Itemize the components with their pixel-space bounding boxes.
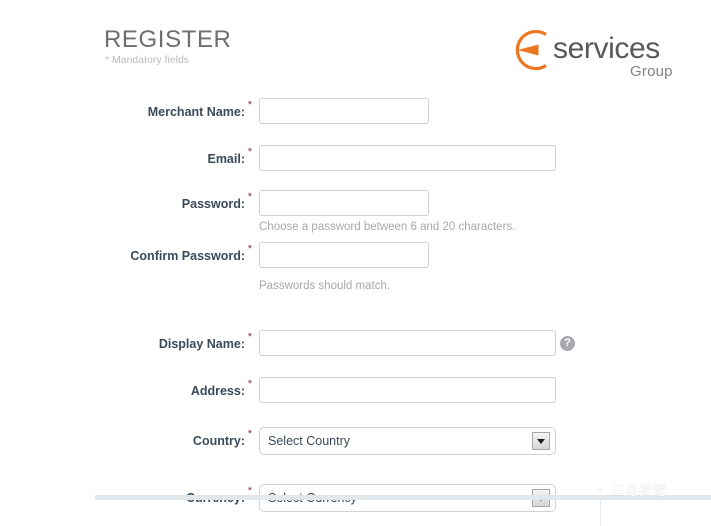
label-wrap-merchant-name: Merchant Name: * [104, 98, 254, 126]
required-asterisk: * [247, 331, 252, 343]
country-select[interactable]: Select Country [259, 427, 556, 455]
brand-logo: services Group [508, 22, 711, 88]
chevron-down-icon[interactable] [532, 432, 550, 450]
field-row-email: Email: * [104, 145, 564, 173]
email-input[interactable] [259, 145, 556, 171]
page-header: REGISTER * Mandatory fields services Gro… [0, 0, 711, 90]
watermark: 三月梦呓 [588, 478, 667, 500]
field-row-country: Country: * Select Country [104, 427, 564, 455]
required-asterisk: * [247, 99, 252, 111]
label-wrap-address: Address: * [104, 377, 254, 405]
label-country: Country: [192, 434, 245, 448]
field-row-address: Address: * [104, 377, 564, 405]
label-email: Email: [207, 152, 245, 166]
label-wrap-display-name: Display Name: * [104, 330, 254, 358]
label-confirm-password: Confirm Password: [130, 249, 245, 263]
hint-password: Choose a password between 6 and 20 chara… [259, 221, 516, 233]
watermark-text: 三月梦呓 [611, 483, 668, 499]
logo-subtext: Group [630, 63, 673, 80]
merchant-name-input[interactable] [259, 98, 429, 124]
confirm-password-input[interactable] [259, 242, 429, 268]
wechat-logo-icon [588, 482, 605, 496]
label-address: Address: [190, 384, 245, 398]
label-merchant-name: Merchant Name: [147, 105, 245, 119]
required-asterisk: * [247, 428, 252, 440]
field-row-password: Password: * [104, 190, 434, 218]
mandatory-fields-note: * Mandatory fields [105, 54, 190, 66]
label-wrap-email: Email: * [104, 145, 254, 173]
field-row-display-name: Display Name: * ? [104, 330, 584, 358]
required-asterisk: * [247, 146, 252, 158]
country-select-value: Select Country [268, 434, 350, 448]
vertical-divider [600, 500, 601, 526]
hint-confirm-password: Passwords should match. [259, 280, 391, 292]
field-row-merchant-name: Merchant Name: * [104, 98, 434, 126]
field-row-confirm-password: Confirm Password: * [104, 242, 434, 270]
label-display-name: Display Name: [158, 337, 245, 351]
question-mark-icon[interactable]: ? [560, 336, 575, 351]
label-wrap-country: Country: * [104, 427, 254, 455]
required-asterisk: * [247, 378, 252, 390]
label-password: Password: [181, 197, 245, 211]
label-wrap-password: Password: * [104, 190, 254, 218]
required-asterisk: * [247, 243, 252, 255]
display-name-input[interactable] [259, 330, 556, 356]
orange-ring-wedge-icon [508, 25, 558, 75]
address-input[interactable] [259, 377, 556, 403]
required-asterisk: * [247, 191, 252, 203]
password-input[interactable] [259, 190, 429, 216]
label-wrap-confirm-password: Confirm Password: * [104, 242, 254, 270]
register-page: REGISTER * Mandatory fields services Gro… [0, 0, 711, 526]
logo-wordmark: services [553, 32, 660, 65]
page-title: REGISTER [104, 26, 232, 53]
